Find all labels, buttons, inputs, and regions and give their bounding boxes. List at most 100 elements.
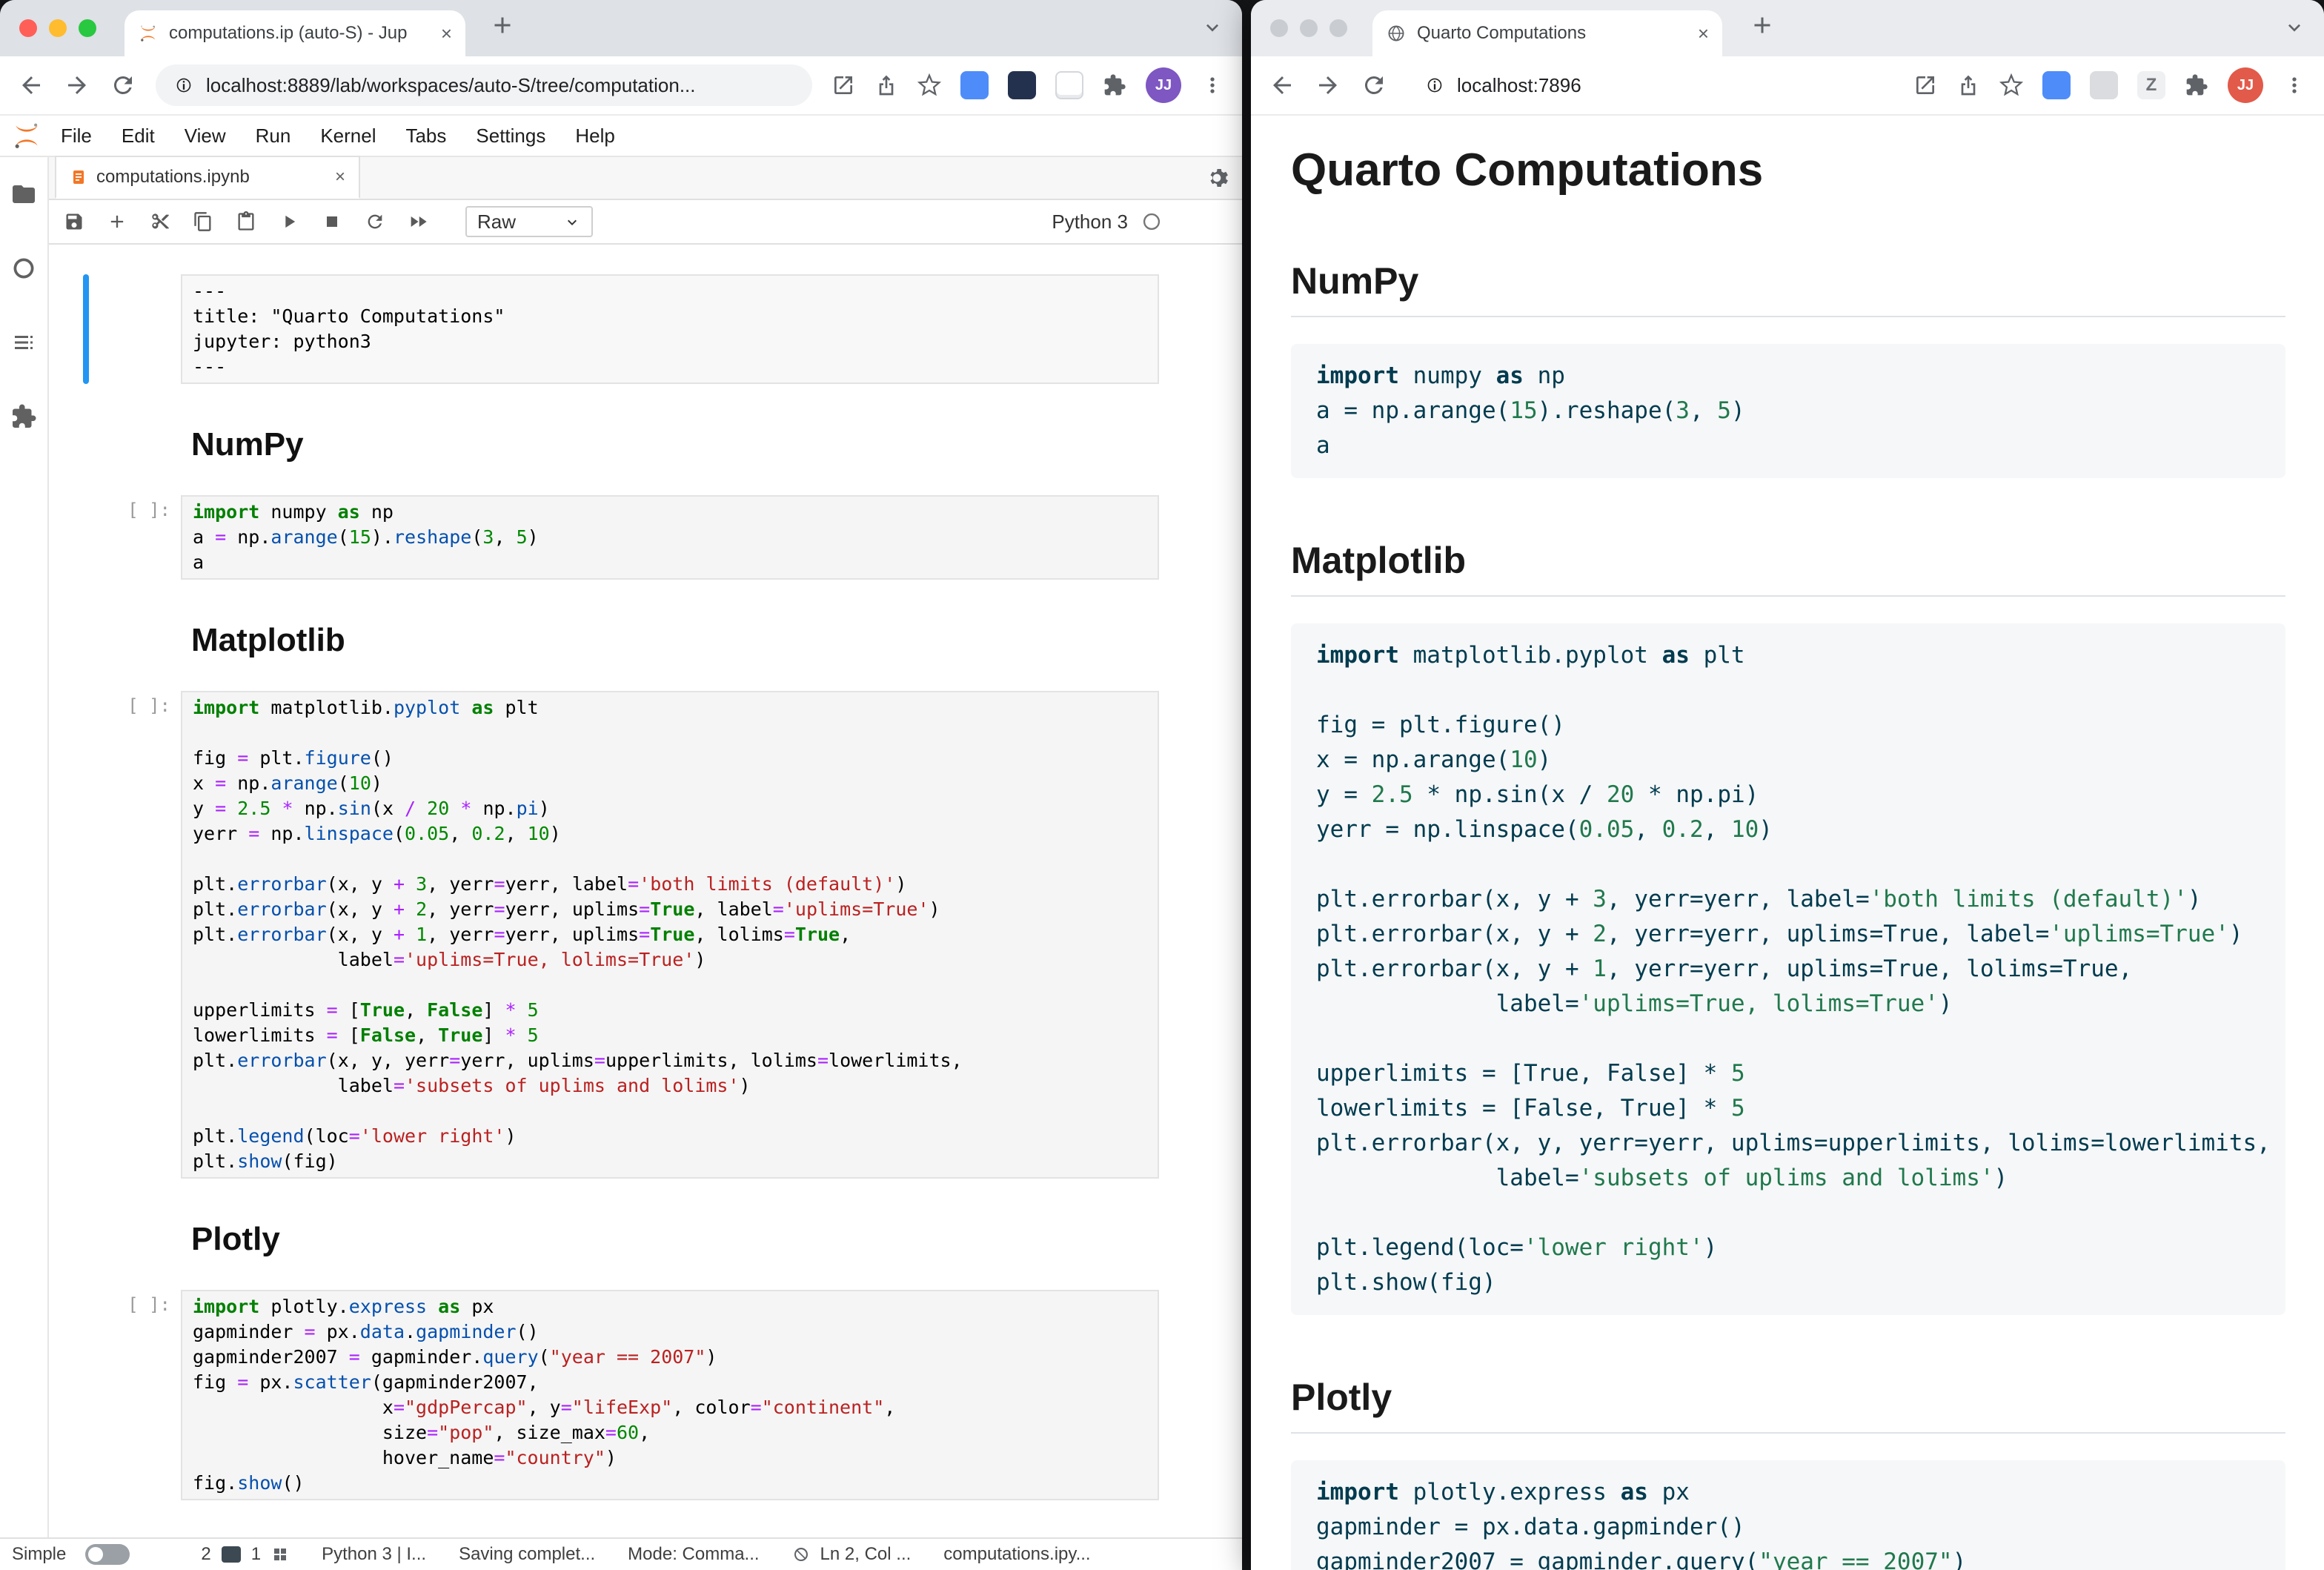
code-editor-matplotlib[interactable]: import matplotlib.pyplot as plt fig = pl… xyxy=(181,691,1159,1179)
extension-manager-icon[interactable] xyxy=(10,403,37,430)
tab-search-chevron-icon[interactable] xyxy=(1201,15,1224,39)
url-bar[interactable]: localhost:8889/lab/workspaces/auto-S/tre… xyxy=(156,64,812,106)
extension-icon-doc[interactable] xyxy=(1055,71,1083,99)
chevron-down-icon xyxy=(563,213,581,231)
copy-cells-button[interactable] xyxy=(193,211,213,232)
url-bar[interactable]: localhost:7896 xyxy=(1407,64,1894,106)
menu-view[interactable]: View xyxy=(170,125,241,148)
share-icon[interactable] xyxy=(874,73,898,97)
paste-cells-button[interactable] xyxy=(236,211,256,232)
globe-favicon xyxy=(1386,23,1407,44)
running-kernels-icon[interactable] xyxy=(10,255,37,282)
site-info-icon[interactable] xyxy=(173,75,194,96)
menu-edit[interactable]: Edit xyxy=(107,125,170,148)
restart-run-all-button[interactable] xyxy=(408,211,428,232)
back-button[interactable] xyxy=(18,72,44,99)
kernel-status-text[interactable]: Python 3 | I... xyxy=(322,1544,426,1565)
open-in-new-icon[interactable] xyxy=(831,73,855,97)
notebook-tab-close-icon[interactable]: × xyxy=(335,167,345,188)
kernel-idle-circle-icon xyxy=(1141,211,1162,232)
bookmark-star-icon[interactable] xyxy=(1999,73,2023,97)
open-in-new-icon[interactable] xyxy=(1913,73,1937,97)
extension-icon-blue[interactable] xyxy=(960,71,989,99)
cell-type-dropdown[interactable]: Raw xyxy=(465,206,593,237)
minimize-window-button[interactable] xyxy=(49,19,67,37)
extension-icon-dark[interactable] xyxy=(1008,71,1036,99)
browser-menu-dots-icon[interactable] xyxy=(1201,73,1224,97)
jupyter-favicon xyxy=(138,23,159,44)
extension-icon-z[interactable]: Z xyxy=(2137,71,2165,99)
browser-tab[interactable]: Quarto Computations × xyxy=(1372,10,1722,56)
maximize-window-button[interactable] xyxy=(1329,19,1347,37)
cell-prompt: [ ]: xyxy=(49,495,181,580)
maximize-window-button[interactable] xyxy=(79,19,96,37)
new-tab-button[interactable] xyxy=(489,12,516,39)
cut-cells-button[interactable] xyxy=(150,211,170,232)
close-window-button[interactable] xyxy=(19,19,37,37)
site-info-icon[interactable] xyxy=(1424,75,1445,96)
jupyterlab-menubar: File Edit View Run Kernel Tabs Settings … xyxy=(0,116,1242,157)
share-icon[interactable] xyxy=(1956,73,1980,97)
new-tab-button[interactable] xyxy=(1749,12,1776,39)
code-editor-numpy[interactable]: import numpy as npa = np.arange(15).resh… xyxy=(181,495,1159,580)
extensions-puzzle-icon[interactable] xyxy=(2185,73,2208,97)
minimize-window-button[interactable] xyxy=(1300,19,1318,37)
saving-status-text: Saving complet... xyxy=(459,1544,595,1565)
traffic-lights-inactive xyxy=(1270,19,1347,37)
table-of-contents-icon[interactable] xyxy=(10,329,37,356)
traffic-lights xyxy=(19,19,96,37)
tab-close-icon[interactable]: × xyxy=(441,24,452,43)
simple-mode-toggle[interactable] xyxy=(85,1544,130,1565)
menu-file[interactable]: File xyxy=(46,125,107,148)
code-cell-numpy[interactable]: [ ]: import numpy as npa = np.arange(15)… xyxy=(49,495,1242,580)
tab-close-icon[interactable]: × xyxy=(1698,24,1709,43)
back-button[interactable] xyxy=(1269,72,1295,99)
code-cell-matplotlib[interactable]: [ ]: import matplotlib.pyplot as plt fig… xyxy=(49,691,1242,1179)
insert-cell-button[interactable] xyxy=(107,211,127,232)
run-cell-button[interactable] xyxy=(279,211,299,232)
code-cell-plotly[interactable]: [ ]: import plotly.express as pxgapminde… xyxy=(49,1290,1242,1500)
save-button[interactable] xyxy=(64,211,84,232)
extension-icon-gray[interactable] xyxy=(2090,71,2118,99)
bookmark-star-icon[interactable] xyxy=(917,73,941,97)
raw-cell-editor[interactable]: ---title: "Quarto Computations"jupyter: … xyxy=(181,274,1159,384)
browser-menu-dots-icon[interactable] xyxy=(2282,73,2306,97)
browser-tab[interactable]: computations.ip (auto-S) - Jup × xyxy=(124,10,465,56)
markdown-heading-numpy: NumPy xyxy=(191,425,1242,464)
page-title: Quarto Computations xyxy=(1291,142,2285,199)
browser-toolbar-left: localhost:8889/lab/workspaces/auto-S/tre… xyxy=(0,56,1242,116)
reload-button[interactable] xyxy=(110,72,136,99)
code-block-matplotlib: import matplotlib.pyplot as plt fig = pl… xyxy=(1291,623,2285,1315)
menu-tabs[interactable]: Tabs xyxy=(391,125,461,148)
menu-kernel[interactable]: Kernel xyxy=(305,125,391,148)
reload-button[interactable] xyxy=(1361,72,1387,99)
kernel-indicator[interactable]: Python 3 xyxy=(1052,211,1162,233)
code-block-plotly: import plotly.express as pxgapminder = p… xyxy=(1291,1460,2285,1570)
tab-search-chevron-icon[interactable] xyxy=(2282,15,2306,39)
forward-button[interactable] xyxy=(64,72,90,99)
code-editor-plotly[interactable]: import plotly.express as pxgapminder = p… xyxy=(181,1290,1159,1500)
window-jupyterlab: computations.ip (auto-S) - Jup × lo xyxy=(0,0,1242,1570)
sessions-status[interactable]: 2 1 xyxy=(201,1544,289,1565)
profile-avatar[interactable]: JJ xyxy=(2228,67,2263,103)
extensions-puzzle-icon[interactable] xyxy=(1103,73,1126,97)
forward-button[interactable] xyxy=(1315,72,1341,99)
cursor-position-status[interactable]: Ln 2, Col ... xyxy=(792,1544,912,1565)
close-window-button[interactable] xyxy=(1270,19,1288,37)
notebook-tab[interactable]: computations.ipynb × xyxy=(55,156,360,199)
browser-tabstrip-right: Quarto Computations × xyxy=(1251,0,2324,56)
property-inspector-gear-icon[interactable] xyxy=(1205,166,1229,190)
menu-run[interactable]: Run xyxy=(241,125,306,148)
active-cell-indicator xyxy=(83,274,89,384)
section-heading-matplotlib: Matplotlib xyxy=(1291,537,2285,597)
file-browser-icon[interactable] xyxy=(10,181,37,208)
notebook-tabbar: computations.ipynb × xyxy=(49,157,1242,200)
profile-avatar[interactable]: JJ xyxy=(1146,67,1181,103)
notebook-content[interactable]: ---title: "Quarto Computations"jupyter: … xyxy=(49,245,1242,1537)
interrupt-kernel-button[interactable] xyxy=(322,211,342,232)
cell-prompt: [ ]: xyxy=(49,1290,181,1500)
menu-settings[interactable]: Settings xyxy=(461,125,560,148)
restart-kernel-button[interactable] xyxy=(365,211,385,232)
menu-help[interactable]: Help xyxy=(560,125,629,148)
extension-icon-blue[interactable] xyxy=(2042,71,2071,99)
